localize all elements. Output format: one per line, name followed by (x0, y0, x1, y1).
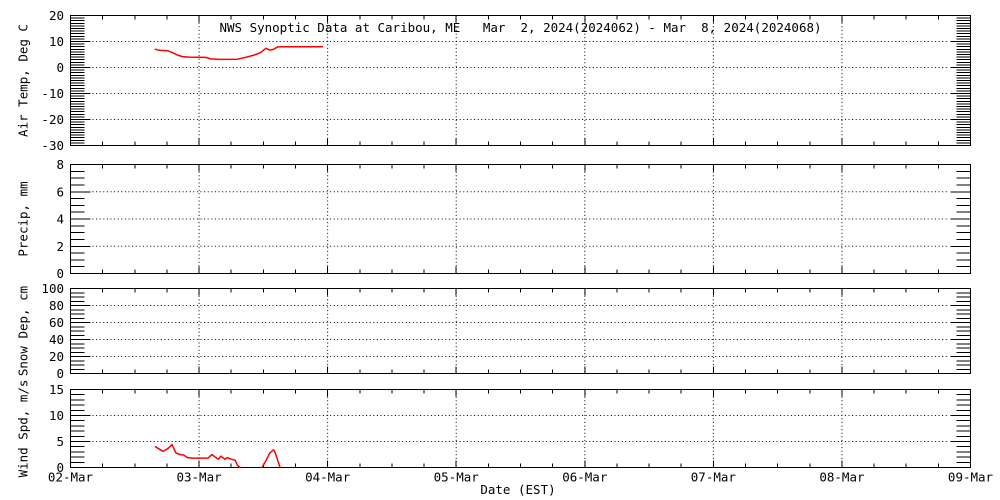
gridlines (92, 164, 949, 274)
y-tick-labels: -30 -20 -10 0 10 20 (41, 8, 64, 153)
ticks (70, 288, 971, 374)
y-tick-label: -30 (41, 138, 64, 153)
series-air-temp-trace (154, 45, 324, 61)
series-wind-speed-trace-1 (154, 443, 241, 469)
y-tick-label: 6 (56, 184, 64, 199)
y-tick-labels: 0 2 4 6 8 (56, 157, 64, 281)
y-tick-label: 20 (49, 8, 64, 23)
y-tick-label: 0 (56, 60, 64, 75)
y-tick-label: 8 (56, 157, 64, 172)
gridlines (92, 288, 949, 374)
y-tick-label: 0 (56, 366, 64, 381)
x-tick-label: 07-Mar (691, 470, 737, 485)
y-tick-label: 4 (56, 212, 64, 227)
chart-canvas: -30 -20 -10 0 10 20 Air Temp, Deg C 0 2 4 6 8 Precip… (16, 8, 994, 497)
y-tick-label: 10 (49, 408, 64, 423)
x-tick-label: 09-Mar (948, 470, 994, 485)
series-wind-speed-trace-2 (261, 449, 281, 469)
y-axis-title-wind-speed: Wind Spd, m/s (16, 380, 31, 478)
y-tick-label: 10 (49, 34, 64, 49)
panel-wind-speed: 051015Wind Spd, m/s (16, 380, 971, 478)
synoptic-plot-page: -30 -20 -10 0 10 20 Air Temp, Deg C 0 2 4 6 8 Precip… (0, 0, 1000, 500)
x-tick-label: 06-Mar (562, 470, 608, 485)
y-tick-label: 15 (49, 382, 64, 397)
ticks (70, 164, 971, 274)
chart-title: NWS Synoptic Data at Caribou, ME Mar 2, … (219, 20, 821, 35)
x-axis-title: Date (EST) (480, 482, 555, 497)
panel-frame (70, 15, 971, 146)
chart-labels: NWS Synoptic Data at Caribou, ME Mar 2, … (219, 20, 821, 497)
y-tick-label: 60 (49, 315, 64, 330)
gridlines (92, 15, 949, 146)
panel-snow-depth: 0 20 40 60 80 100 Snow Dep, cm (16, 281, 971, 381)
y-axis-title-snow-depth: Snow Dep, cm (16, 286, 31, 376)
panel-precip: 0 2 4 6 8 Precip, mm (16, 157, 971, 281)
y-tick-label: 5 (56, 434, 64, 449)
y-tick-label: 100 (41, 281, 64, 296)
x-tick-label: 04-Mar (305, 470, 351, 485)
x-tick-label: 08-Mar (819, 470, 865, 485)
y-axis-title-air-temp: Air Temp, Deg C (16, 24, 31, 137)
panel-frame (70, 389, 971, 468)
ticks (70, 15, 971, 146)
y-tick-labels: 0 20 40 60 80 100 (41, 281, 64, 381)
x-tick-label: 02-Mar (48, 470, 94, 485)
x-tick-label: 05-Mar (434, 470, 480, 485)
y-tick-labels: 051015 (49, 382, 64, 475)
y-tick-label: 20 (49, 349, 64, 364)
y-tick-label: -10 (41, 86, 64, 101)
y-tick-label: -20 (41, 112, 64, 127)
y-tick-label: 40 (49, 332, 64, 347)
panel-frame (70, 164, 971, 274)
y-axis-title-precip: Precip, mm (16, 181, 31, 256)
y-tick-label: 80 (49, 298, 64, 313)
y-tick-label: 0 (56, 266, 64, 281)
y-tick-label: 2 (56, 239, 64, 254)
ticks (70, 389, 971, 468)
panel-frame (70, 288, 971, 374)
x-tick-label: 03-Mar (176, 470, 222, 485)
